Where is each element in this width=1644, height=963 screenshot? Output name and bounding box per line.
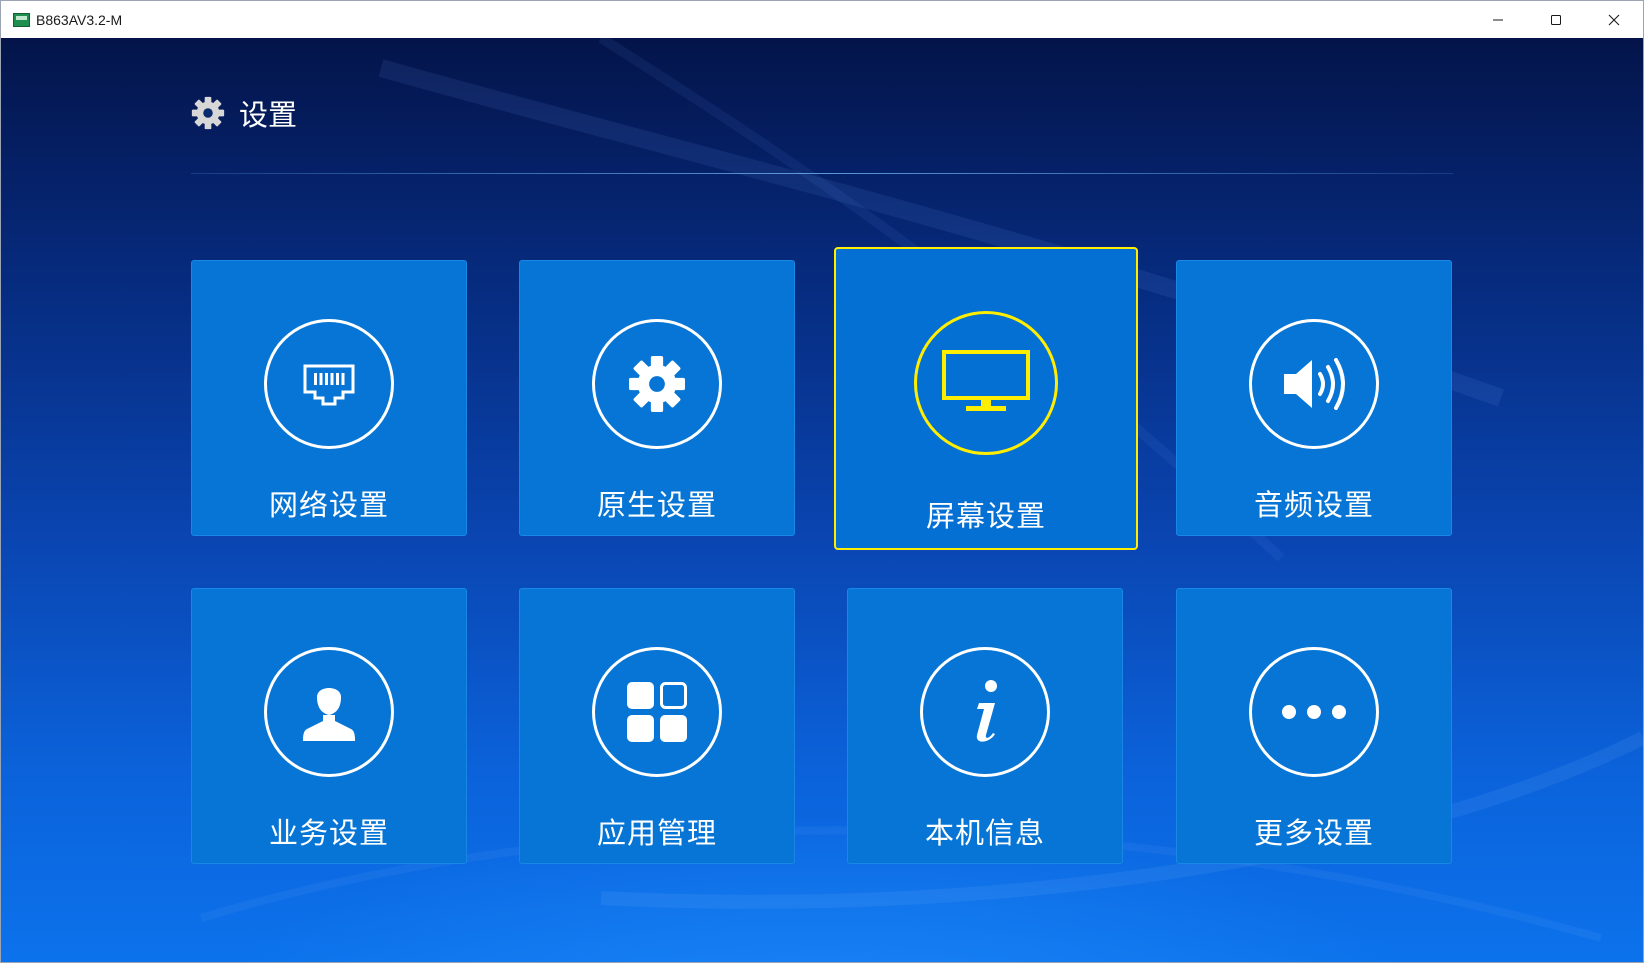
tile-app-management[interactable]: 应用管理 [519, 588, 795, 864]
tile-screen-settings[interactable]: 屏幕设置 [834, 247, 1138, 550]
tile-icon-ring [1249, 319, 1379, 449]
tile-icon-ring [920, 647, 1050, 777]
minimize-button[interactable] [1469, 1, 1527, 38]
tile-icon-ring [264, 647, 394, 777]
user-icon [303, 688, 355, 741]
title-bar[interactable]: B863AV3.2-M [1, 1, 1643, 38]
tile-native-settings[interactable]: 原生设置 [519, 260, 795, 536]
tile-icon-ring [1249, 647, 1379, 777]
tile-icon-ring [592, 319, 722, 449]
tile-label: 业务设置 [268, 816, 389, 850]
gear-icon [191, 96, 225, 130]
tile-audio-settings[interactable]: 音频设置 [1176, 260, 1452, 536]
tile-more-settings[interactable]: 更多设置 [1176, 588, 1452, 864]
info-icon [976, 680, 997, 742]
ethernet-port-icon [303, 364, 355, 406]
app-window: B863AV3.2-M 设置 网络设置 原生设置 屏幕设置 音频设置 业务设置 … [0, 0, 1644, 963]
settings-screen: 设置 网络设置 原生设置 屏幕设置 音频设置 业务设置 应用管理 本机信息 更多… [1, 38, 1643, 962]
tile-network-settings[interactable]: 网络设置 [191, 260, 467, 536]
gear-icon [629, 356, 685, 412]
page-header: 设置 [189, 92, 297, 134]
page-title: 设置 [239, 98, 298, 132]
tile-business-settings[interactable]: 业务设置 [191, 588, 467, 864]
tile-label: 更多设置 [1253, 816, 1374, 850]
header-divider [191, 173, 1453, 174]
minimize-icon [1493, 19, 1503, 20]
monitor-icon [942, 350, 1030, 411]
tile-label: 屏幕设置 [925, 499, 1046, 533]
close-icon [1608, 14, 1620, 25]
android-box-icon [13, 12, 30, 27]
tile-label: 网络设置 [268, 488, 389, 522]
window-title: B863AV3.2-M [36, 11, 123, 28]
tile-device-info[interactable]: 本机信息 [847, 588, 1123, 864]
tile-icon-ring [914, 311, 1058, 455]
speaker-icon [1284, 358, 1345, 410]
more-dots-icon [1282, 705, 1346, 719]
apps-grid-icon [627, 682, 687, 742]
tile-label: 本机信息 [924, 816, 1045, 850]
maximize-icon [1551, 14, 1561, 25]
maximize-button[interactable] [1527, 1, 1585, 38]
tile-icon-ring [264, 319, 394, 449]
close-button[interactable] [1585, 1, 1643, 38]
tile-label: 音频设置 [1253, 488, 1374, 522]
tile-icon-ring [592, 647, 722, 777]
tile-label: 原生设置 [596, 488, 717, 522]
tile-label: 应用管理 [596, 816, 717, 850]
